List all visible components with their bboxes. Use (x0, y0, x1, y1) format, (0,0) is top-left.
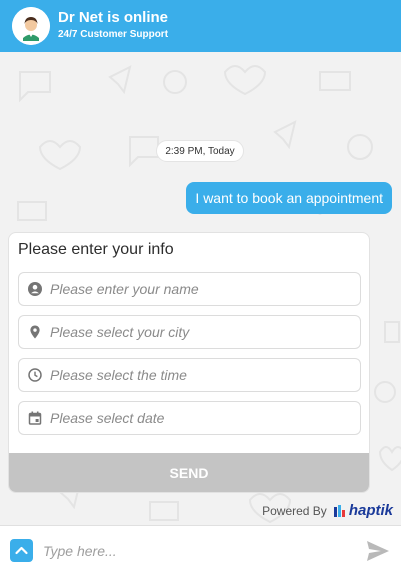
clock-icon (28, 368, 42, 382)
haptik-brand[interactable]: haptik (349, 502, 393, 519)
chat-window: Dr Net is online 24/7 Customer Support 2… (0, 0, 401, 577)
info-form-card: Please enter your info Please enter your… (8, 232, 370, 493)
chat-header: Dr Net is online 24/7 Customer Support (0, 0, 401, 52)
chevron-up-icon[interactable] (10, 539, 33, 562)
header-title: Dr Net is online (58, 9, 169, 26)
date-select[interactable]: Please select date (18, 401, 361, 435)
name-input-placeholder: Please enter your name (50, 281, 199, 297)
user-message-bubble: I want to book an appointment (186, 182, 392, 214)
form-title: Please enter your info (18, 241, 174, 258)
message-input[interactable]: Type here... (43, 526, 117, 576)
date-select-placeholder: Please select date (50, 410, 165, 426)
person-icon (28, 282, 42, 296)
city-select-placeholder: Please select your city (50, 324, 190, 340)
message-composer: Type here... (0, 525, 401, 577)
message-timestamp: 2:39 PM, Today (156, 140, 244, 162)
powered-by: Powered By haptik (262, 502, 393, 519)
time-select[interactable]: Please select the time (18, 358, 361, 392)
doctor-avatar-icon (12, 7, 50, 45)
send-button[interactable]: SEND (9, 453, 369, 492)
header-subtitle: 24/7 Customer Support (58, 29, 169, 40)
name-input[interactable]: Please enter your name (18, 272, 361, 306)
location-pin-icon (30, 325, 40, 339)
haptik-logo-icon (333, 504, 345, 517)
calendar-icon (28, 411, 42, 425)
send-icon[interactable] (366, 540, 390, 562)
city-select[interactable]: Please select your city (18, 315, 361, 349)
time-select-placeholder: Please select the time (50, 367, 187, 383)
powered-by-label: Powered By (262, 503, 327, 518)
